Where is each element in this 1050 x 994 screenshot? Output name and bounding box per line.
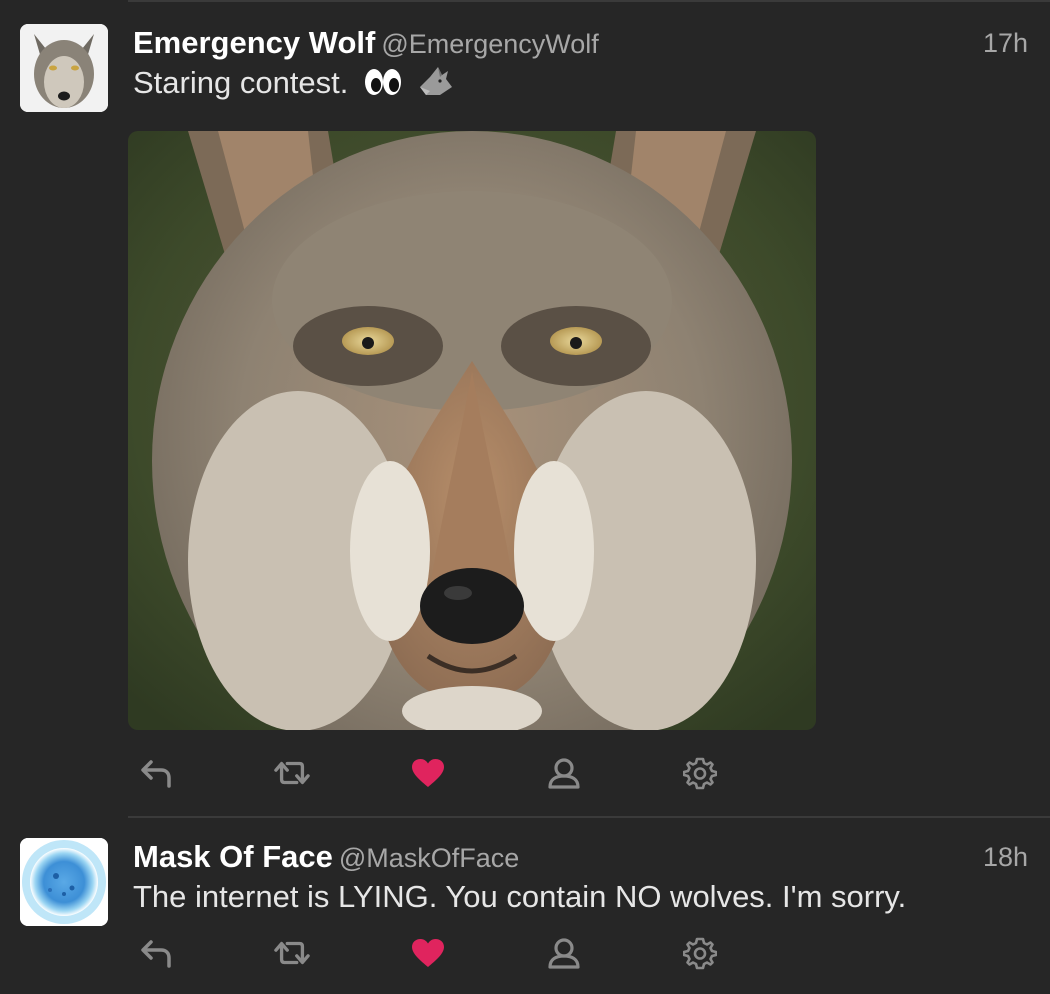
profile-icon[interactable] bbox=[546, 756, 582, 790]
wolf-avatar-image bbox=[20, 24, 108, 112]
avatar[interactable] bbox=[20, 24, 108, 112]
handle[interactable]: @MaskOfFace bbox=[339, 843, 519, 873]
tweet-text: Staring contest. bbox=[133, 64, 454, 106]
tweet-divider bbox=[128, 816, 1050, 818]
heart-icon[interactable] bbox=[410, 756, 446, 790]
gear-icon[interactable] bbox=[682, 936, 718, 970]
tweet-text-body: Staring contest. bbox=[133, 65, 349, 100]
heart-icon[interactable] bbox=[410, 936, 446, 970]
display-name[interactable]: Emergency Wolf bbox=[133, 25, 375, 60]
retweet-icon[interactable] bbox=[274, 936, 310, 970]
wolf-emoji bbox=[418, 65, 454, 106]
display-name[interactable]: Mask Of Face bbox=[133, 839, 333, 874]
timestamp[interactable]: 17h bbox=[983, 24, 1028, 62]
tweet-actions bbox=[138, 936, 738, 970]
tweet-text: The internet is LYING. You contain NO wo… bbox=[133, 878, 906, 916]
handle[interactable]: @EmergencyWolf bbox=[381, 29, 598, 59]
wolf-face-photo bbox=[128, 131, 816, 730]
retweet-icon[interactable] bbox=[274, 756, 310, 790]
tweet-actions bbox=[138, 756, 738, 790]
timeline: Emergency Wolf @EmergencyWolf 17h Staring… bbox=[0, 0, 1050, 994]
profile-icon[interactable] bbox=[546, 936, 582, 970]
tweet-text-body: The internet is LYING. You contain NO wo… bbox=[133, 879, 907, 914]
timestamp[interactable]: 18h bbox=[983, 838, 1028, 876]
blue-orb-avatar-image bbox=[20, 838, 108, 926]
reply-icon[interactable] bbox=[138, 756, 174, 790]
name-line: Mask Of Face @MaskOfFace bbox=[133, 838, 519, 882]
tweet-media[interactable] bbox=[128, 131, 816, 730]
reply-icon[interactable] bbox=[138, 936, 174, 970]
top-divider bbox=[128, 0, 1050, 2]
eyes-emoji bbox=[363, 67, 403, 106]
tweet-emergency-wolf[interactable]: Emergency Wolf @EmergencyWolf 17h Staring… bbox=[0, 24, 1050, 814]
gear-icon[interactable] bbox=[682, 756, 718, 790]
avatar[interactable] bbox=[20, 838, 108, 926]
name-line: Emergency Wolf @EmergencyWolf bbox=[133, 24, 599, 68]
tweet-mask-of-face[interactable]: Mask Of Face @MaskOfFace 18h The internet… bbox=[0, 838, 1050, 988]
